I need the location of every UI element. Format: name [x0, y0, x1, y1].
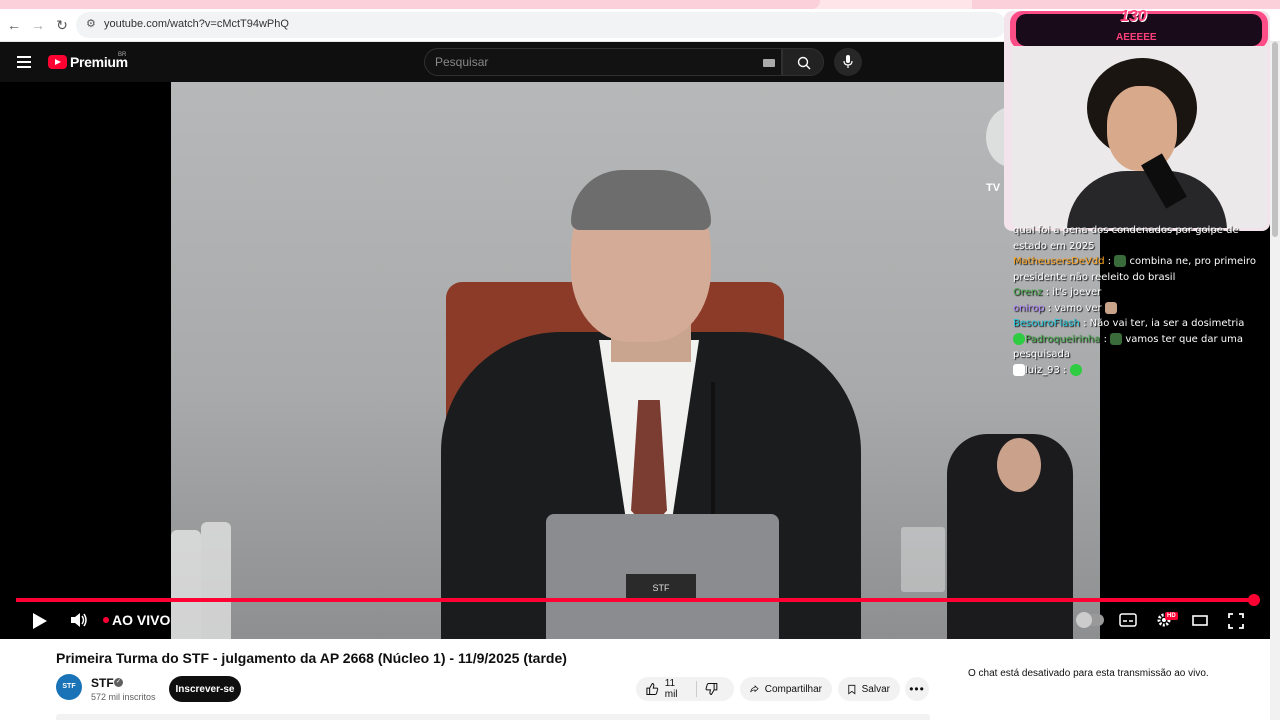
chat-disabled-notice: O chat está desativado para esta transmi… — [968, 668, 1209, 679]
stream-chat-overlay: qual foi a pena dos condenados por golpe… — [1013, 223, 1268, 378]
hd-badge: HD — [1165, 612, 1178, 620]
progress-scrubber[interactable] — [1248, 594, 1260, 606]
voice-search-button[interactable] — [834, 48, 862, 76]
chat-username: MatheusersDeVdd — [1013, 256, 1105, 267]
keyboard-icon[interactable] — [763, 59, 775, 67]
url-text[interactable]: youtube.com/watch?v=cMctT94wPhQ — [104, 18, 289, 30]
badge-icon — [1013, 332, 1025, 345]
chat-message: onirop : vamo ver — [1013, 301, 1268, 317]
more-icon: ••• — [909, 682, 925, 696]
badge-icon — [1013, 363, 1025, 376]
water-bottle — [171, 530, 201, 639]
subscribe-button[interactable]: Inscrever-se — [169, 676, 241, 702]
divider — [696, 681, 698, 697]
streamer-face — [1107, 86, 1177, 171]
chat-username: BesouroFlash — [1013, 318, 1080, 329]
microphone-icon — [843, 55, 853, 68]
reload-icon[interactable]: ↻ — [52, 15, 72, 35]
menu-icon[interactable] — [17, 56, 31, 68]
emote-icon — [1104, 301, 1117, 314]
back-icon[interactable]: ← — [4, 15, 24, 35]
streamer-body — [1067, 171, 1227, 228]
water-glass — [901, 527, 945, 592]
description-box[interactable] — [56, 714, 930, 720]
theater-mode-icon[interactable] — [1192, 615, 1208, 626]
chat-message: qual foi a pena dos condenados por golpe… — [1013, 223, 1268, 254]
forward-icon[interactable]: → — [28, 15, 48, 35]
search-box — [424, 48, 782, 76]
verified-icon: ✓ — [114, 678, 123, 687]
interpreter-head — [997, 438, 1041, 492]
chat-text: qual foi a pena dos condenados por golpe… — [1013, 225, 1239, 252]
channel-name[interactable]: STF — [91, 676, 114, 690]
like-icon[interactable] — [646, 682, 659, 696]
progress-bar[interactable] — [16, 598, 1254, 602]
water-bottle — [201, 522, 231, 639]
like-count[interactable]: 11 mil — [665, 678, 689, 700]
dislike-icon[interactable] — [705, 682, 718, 696]
chat-message: MatheusersDeVdd : combina ne, pro primei… — [1013, 255, 1256, 283]
chat-username: Orenz — [1013, 287, 1043, 298]
chat-message: luiz_93 : — [1013, 363, 1268, 379]
url-field[interactable]: ⚙ youtube.com/watch?v=cMctT94wPhQ — [76, 12, 1006, 38]
like-dislike-group: 11 mil — [636, 677, 734, 701]
chat-username: luiz_93 — [1025, 364, 1060, 376]
subscriber-count: 572 mil inscritos — [91, 692, 156, 702]
bookmark-icon — [848, 684, 856, 695]
volume-icon[interactable] — [70, 612, 88, 628]
laptop: STF — [546, 514, 779, 639]
search-icon — [797, 56, 811, 70]
video-frame[interactable]: TV STF 🇧🇷🇧🇷🇧🇷 — [171, 82, 1100, 639]
emote-icon — [1069, 363, 1082, 376]
chat-message: Orenz : it's joever — [1013, 287, 1102, 298]
save-button[interactable]: Salvar — [838, 677, 900, 701]
chat-message: BesouroFlash : Não vai ter, ia ser a dos… — [1013, 318, 1245, 329]
youtube-logo[interactable]: Premium BR — [48, 52, 128, 70]
youtube-play-icon — [48, 55, 67, 69]
webcam-video — [1012, 46, 1267, 228]
channel-avatar[interactable]: STF — [56, 674, 82, 700]
play-icon[interactable] — [32, 612, 48, 630]
search-input[interactable] — [435, 55, 735, 69]
chat-message: Padroqueirinha : vamos ter que dar uma p… — [1013, 332, 1243, 360]
scrollbar-thumb[interactable] — [1272, 42, 1278, 237]
site-settings-icon[interactable]: ⚙ — [86, 17, 100, 31]
page-scrollbar[interactable] — [1270, 42, 1280, 720]
autoplay-toggle[interactable] — [1076, 612, 1104, 628]
chat-username: Padroqueirinha — [1025, 333, 1101, 345]
overlay-counter-label: AEEEEE — [1116, 32, 1157, 43]
video-title: Primeira Turma do STF - julgamento da AP… — [56, 650, 567, 666]
live-label[interactable]: AO VIVO — [112, 612, 170, 628]
chat-username: onirop — [1013, 302, 1045, 314]
more-actions-button[interactable]: ••• — [905, 677, 929, 701]
fullscreen-icon[interactable] — [1228, 613, 1244, 629]
overlay-counter: 130 — [1120, 8, 1147, 25]
chat-text: vamo ver — [1054, 302, 1102, 314]
chat-text: it's joever — [1052, 287, 1102, 298]
share-label: Compartilhar — [764, 683, 822, 695]
emote-icon — [1114, 255, 1127, 267]
emote-icon — [1110, 332, 1123, 345]
subtitles-icon[interactable] — [1119, 613, 1137, 627]
tab-strip — [0, 0, 1280, 9]
share-icon — [750, 685, 759, 693]
live-indicator-icon — [103, 617, 109, 623]
chat-text: Não vai ter, ia ser a dosimetria — [1089, 318, 1245, 329]
share-button[interactable]: Compartilhar — [740, 677, 832, 701]
save-label: Salvar — [861, 683, 890, 695]
active-tab[interactable] — [0, 0, 820, 9]
tv-watermark: TV — [986, 182, 1001, 194]
logo-country: BR — [118, 52, 127, 58]
search-button[interactable] — [782, 48, 824, 76]
speaker-hair — [571, 170, 711, 230]
